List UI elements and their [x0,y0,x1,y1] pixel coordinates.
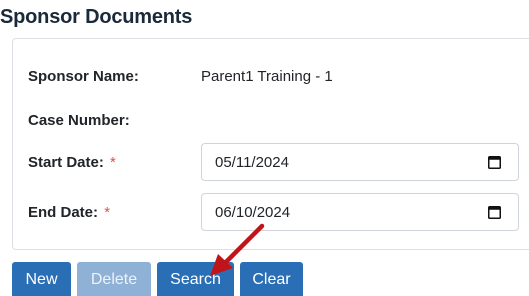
end-date-label: End Date: * [28,204,110,221]
red-arrow-annotation-icon [210,223,265,276]
end-date-label-text: End Date: [28,204,99,221]
start-date-label-text: Start Date: [28,154,104,171]
required-marker: * [104,204,111,221]
calendar-icon[interactable] [488,205,501,219]
end-date-value[interactable]: 06/10/2024 [215,204,290,221]
sponsor-name-value: Parent1 Training - 1 [201,68,333,85]
sponsor-name-label: Sponsor Name: [28,68,139,85]
calendar-icon[interactable] [488,155,501,169]
start-date-value[interactable]: 05/11/2024 [215,154,289,171]
required-marker: * [110,154,116,171]
start-date-label: Start Date: * [28,154,116,171]
new-button[interactable]: New [12,262,71,296]
case-number-label: Case Number: [28,112,130,129]
start-date-field[interactable]: 05/11/2024 [201,143,519,181]
delete-button[interactable]: Delete [77,262,151,296]
page-title: Sponsor Documents [0,6,193,28]
